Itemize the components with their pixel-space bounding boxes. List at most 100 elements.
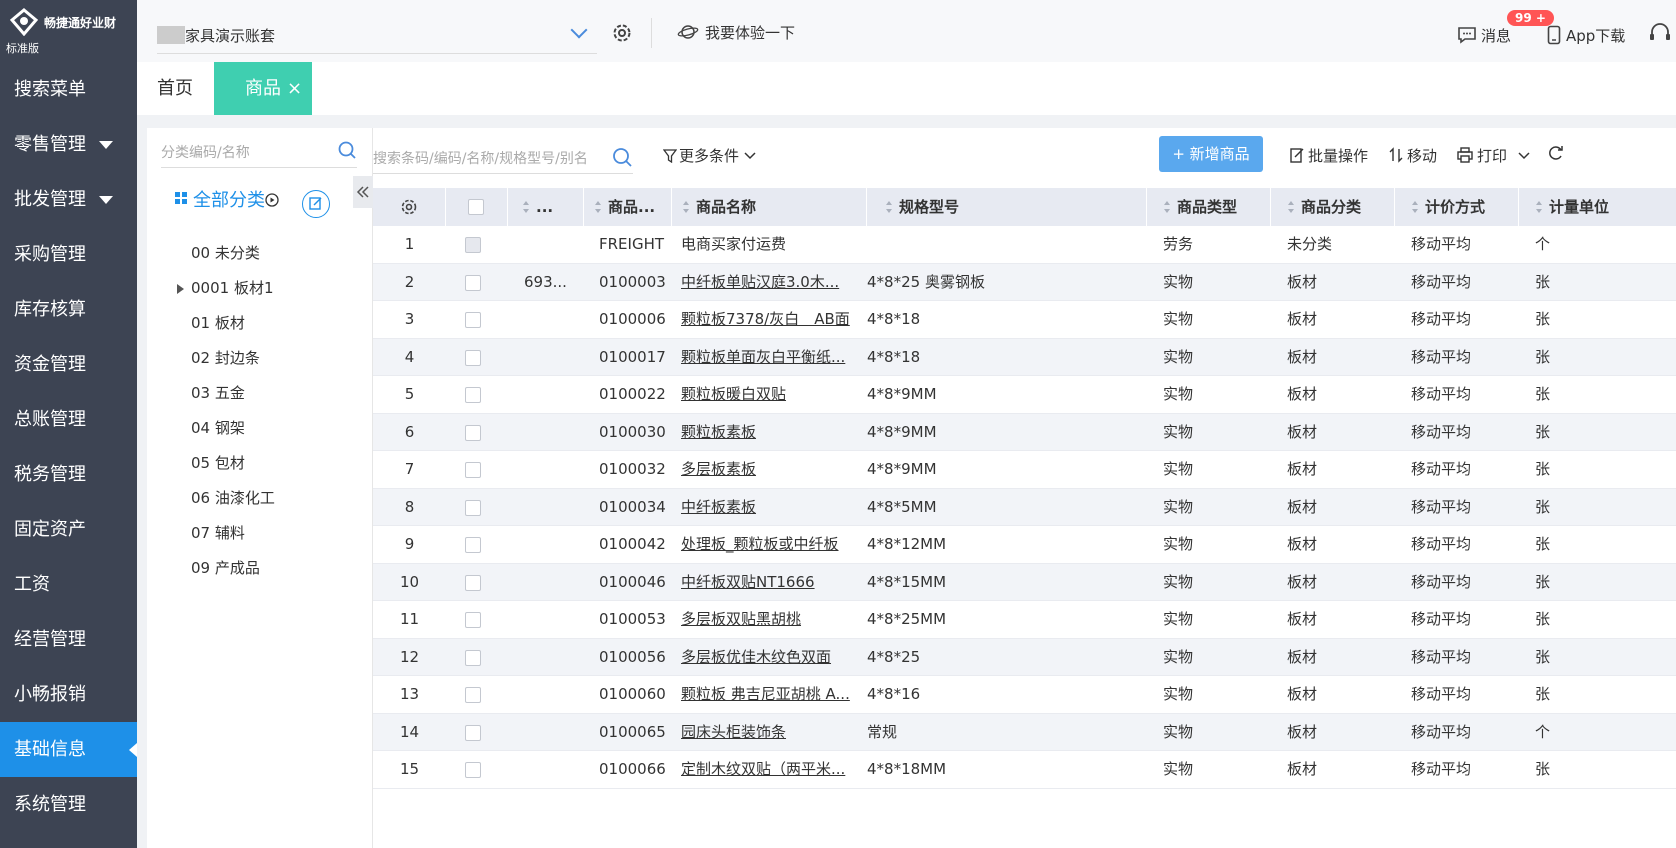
nav-item[interactable]: 搜索菜单 [0, 62, 137, 117]
nav-item[interactable]: 采购管理 [0, 227, 137, 282]
add-product-button[interactable]: + 新增商品 [1159, 136, 1263, 172]
cell-name[interactable]: 多层板双贴黑胡桃 [672, 601, 852, 638]
cell-name[interactable]: 中纤板单贴汉庭3.0木... [672, 264, 852, 301]
row-checkbox[interactable] [465, 274, 481, 291]
cell-name[interactable]: 颗粒板素板 [672, 414, 852, 451]
nav-item[interactable]: 批发管理 [0, 172, 137, 227]
product-search-input[interactable]: 搜索条码/编码/名称/规格型号/别名 [373, 140, 633, 174]
row-checkbox[interactable] [465, 687, 481, 703]
table-row[interactable]: 1 FREIGHT 电商买家付运费 劳务 未分类 移动平均 个 [373, 226, 1676, 264]
cell-name[interactable]: 颗粒板单面灰白平衡纸... [672, 339, 852, 376]
cell-name[interactable]: 处理板_颗粒板或中纤板 [672, 526, 852, 563]
category-tree-item[interactable]: 02 封边条 [175, 341, 275, 376]
messages-button[interactable]: 消息 [1457, 25, 1511, 46]
more-filters-button[interactable]: 更多条件 [663, 145, 756, 166]
tab-goods[interactable]: 商品 × [214, 62, 312, 115]
header-spec[interactable]: 规格型号 [867, 188, 1147, 226]
header-type[interactable]: 商品类型 [1147, 188, 1271, 226]
row-checkbox[interactable] [465, 349, 481, 366]
nav-item[interactable]: 零售管理 [0, 117, 137, 172]
row-checkbox[interactable] [465, 462, 481, 478]
category-search-input[interactable]: 分类编码/名称 [161, 138, 357, 168]
move-button[interactable]: 移动 [1389, 145, 1437, 166]
category-tree-item[interactable]: 07 辅料 [175, 516, 275, 551]
table-row[interactable]: 9 0100042 处理板_颗粒板或中纤板 4*8*12MM 实物 板材 移动平均 张 [373, 526, 1676, 564]
category-tree-item[interactable]: 04 钢架 [175, 411, 275, 446]
search-icon[interactable] [337, 140, 357, 160]
nav-item[interactable]: 经营管理 [0, 612, 137, 667]
table-row[interactable]: 15 0100066 定制木纹双贴（两平米... 4*8*18MM 实物 板材 移动平均 张 [373, 751, 1676, 789]
cell-name[interactable]: 多层板优佳木纹色双面 [672, 639, 852, 676]
row-checkbox[interactable] [465, 312, 481, 328]
close-icon[interactable]: × [287, 78, 302, 99]
search-icon[interactable] [611, 146, 633, 168]
nav-item[interactable]: 资金管理 [0, 337, 137, 392]
app-download-button[interactable]: App下载 [1547, 25, 1625, 46]
table-row[interactable]: 5 0100022 颗粒板暖白双贴 4*8*9MM 实物 板材 移动平均 张 [373, 376, 1676, 414]
row-checkbox[interactable] [465, 424, 481, 441]
cell-name[interactable]: 颗粒板 弗吉尼亚胡桃 A... [672, 676, 852, 713]
cell-name[interactable]: 园床头柜装饰条 [672, 714, 852, 751]
cell-name[interactable]: 多层板素板 [672, 451, 852, 488]
row-checkbox[interactable] [465, 574, 481, 591]
header-category[interactable]: 商品分类 [1271, 188, 1395, 226]
header-unit[interactable]: 计量单位 [1519, 188, 1676, 226]
header-barcode[interactable]: ... [508, 188, 584, 226]
category-tree-item[interactable]: 09 产成品 [175, 551, 275, 586]
tab-home[interactable]: 首页 [157, 62, 193, 115]
try-experience-button[interactable]: 我要体验一下 [677, 22, 795, 43]
table-row[interactable]: 14 0100065 园床头柜装饰条 常规 实物 板材 移动平均 个 [373, 713, 1676, 751]
table-row[interactable]: 8 0100034 中纤板素板 4*8*5MM 实物 板材 移动平均 张 [373, 488, 1676, 526]
edit-category-button[interactable] [302, 190, 330, 218]
refresh-button[interactable] [1547, 145, 1569, 163]
category-tree-item[interactable]: 0001 板材1 [175, 271, 275, 306]
cell-name[interactable]: 颗粒板7378/灰白 AB面 [672, 301, 852, 338]
nav-item[interactable]: 基础信息 [0, 722, 137, 777]
table-row[interactable]: 13 0100060 颗粒板 弗吉尼亚胡桃 A... 4*8*16 实物 板材 移动平均 张 [373, 676, 1676, 714]
table-row[interactable]: 11 0100053 多层板双贴黑胡桃 4*8*25MM 实物 板材 移动平均 张 [373, 601, 1676, 639]
row-checkbox[interactable] [465, 649, 481, 666]
row-checkbox[interactable] [465, 612, 481, 628]
header-code[interactable]: 商品... [584, 188, 672, 226]
gear-icon[interactable] [611, 22, 633, 44]
row-checkbox[interactable] [465, 499, 481, 516]
nav-item[interactable]: 库存核算 [0, 282, 137, 337]
expand-arrow-icon[interactable] [177, 284, 184, 294]
nav-item[interactable]: 小畅报销 [0, 667, 137, 722]
header-name[interactable]: 商品名称 [672, 188, 867, 226]
all-categories[interactable]: 全部分类 [175, 186, 279, 212]
column-settings[interactable] [373, 188, 446, 226]
cell-name[interactable]: 颗粒板暖白双贴 [672, 376, 852, 413]
collapse-panel-button[interactable] [353, 176, 373, 208]
nav-item[interactable]: 固定资产 [0, 502, 137, 557]
cell-name[interactable]: 中纤板素板 [672, 489, 852, 526]
table-row[interactable]: 4 0100017 颗粒板单面灰白平衡纸... 4*8*18 实物 板材 移动平均 张 [373, 338, 1676, 376]
row-checkbox[interactable] [465, 762, 481, 778]
category-tree-item[interactable]: 03 五金 [175, 376, 275, 411]
row-checkbox[interactable] [465, 387, 481, 403]
header-pricing[interactable]: 计价方式 [1395, 188, 1519, 226]
table-row[interactable]: 3 0100006 颗粒板7378/灰白 AB面 4*8*18 实物 板材 移动平均 张 [373, 301, 1676, 339]
table-row[interactable]: 2 693... 0100003 中纤板单贴汉庭3.0木... 4*8*25 奥雾钢板 实… [373, 263, 1676, 301]
category-tree-item[interactable]: 05 包材 [175, 446, 275, 481]
cell-name[interactable]: 定制木纹双贴（两平米... [672, 751, 852, 788]
row-checkbox[interactable] [465, 537, 481, 553]
play-circle-icon[interactable] [265, 193, 279, 207]
nav-item[interactable]: 税务管理 [0, 447, 137, 502]
nav-item[interactable]: 总账管理 [0, 392, 137, 447]
batch-operation-button[interactable]: 批量操作 [1290, 145, 1368, 166]
category-tree-item[interactable]: 06 油漆化工 [175, 481, 275, 516]
table-row[interactable]: 7 0100032 多层板素板 4*8*9MM 实物 板材 移动平均 张 [373, 451, 1676, 489]
select-all-checkbox[interactable] [468, 199, 484, 215]
nav-item[interactable]: 系统管理 [0, 777, 137, 832]
print-button[interactable]: 打印 [1457, 145, 1534, 166]
category-tree-item[interactable]: 00 未分类 [175, 236, 275, 271]
account-selector[interactable]: 家具演示账套 [157, 14, 597, 54]
table-row[interactable]: 10 0100046 中纤板双贴NT1666 4*8*15MM 实物 板材 移动平均 张 [373, 563, 1676, 601]
table-row[interactable]: 6 0100030 颗粒板素板 4*8*9MM 实物 板材 移动平均 张 [373, 413, 1676, 451]
cell-name[interactable]: 中纤板双贴NT1666 [672, 564, 852, 601]
row-checkbox[interactable] [465, 724, 481, 741]
category-tree-item[interactable]: 01 板材 [175, 306, 275, 341]
nav-item[interactable]: 工资 [0, 557, 137, 612]
table-row[interactable]: 12 0100056 多层板优佳木纹色双面 4*8*25 实物 板材 移动平均 张 [373, 638, 1676, 676]
